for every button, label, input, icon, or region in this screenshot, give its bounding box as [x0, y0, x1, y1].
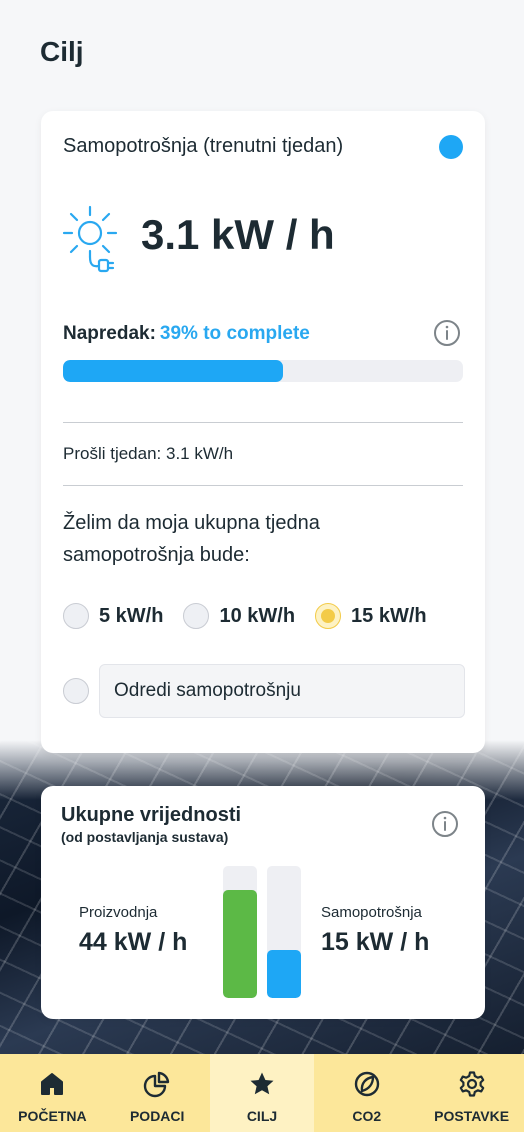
goal-card-title: Samopotrošnja (trenutni tjedan) — [63, 135, 344, 157]
goal-option-label: 5 kW/h — [99, 604, 164, 627]
consumption-value: 15 kW / h — [321, 928, 430, 956]
custom-goal-radio[interactable] — [63, 678, 89, 704]
progress-label-text: Napredak: — [63, 323, 156, 344]
leaf-globe-icon — [354, 1071, 379, 1097]
goal-option-10[interactable]: 10 kW/h — [183, 603, 295, 629]
nav-item-co2[interactable]: CO2 — [314, 1054, 419, 1132]
totals-title: Ukupne vrijednosti — [61, 804, 242, 826]
gear-icon — [459, 1071, 484, 1097]
page-title: Cilj — [40, 36, 84, 67]
goal-option-15[interactable]: 15 kW/h — [315, 603, 427, 629]
radio-button[interactable] — [183, 603, 210, 629]
consumption-bar — [267, 866, 301, 998]
star-icon — [250, 1072, 274, 1095]
last-week-value: Prošli tjedan: 3.1 kW/h — [63, 444, 234, 463]
consumption-label: Samopotrošnja — [321, 904, 422, 921]
nav-label: CO2 — [352, 1108, 382, 1124]
goal-question: Želim da moja ukupna tjedna samopotrošnj… — [63, 512, 320, 566]
production-label: Proizvodnja — [79, 904, 158, 921]
radio-button-selected[interactable] — [315, 603, 342, 629]
goal-options: 5 kW/h 10 kW/h 15 kW/h — [63, 601, 447, 631]
nav-label: PODACI — [129, 1108, 185, 1124]
nav-item-pocetna[interactable]: POČETNA — [0, 1054, 105, 1132]
pie-chart-icon — [143, 1071, 170, 1098]
goal-option-label: 10 kW/h — [219, 604, 296, 627]
goal-option-label: 15 kW/h — [351, 604, 427, 627]
custom-goal-row — [63, 664, 465, 718]
production-value: 44 kW / h — [79, 928, 188, 956]
progress-label: Napredak: 39% to complete — [63, 323, 310, 345]
totals-info-icon[interactable] — [431, 810, 459, 838]
progress-percentage: 39% to complete — [159, 323, 310, 344]
totals-subtitle: (od postavljanja sustava) — [61, 829, 229, 845]
nav-label: POČETNA — [18, 1108, 87, 1124]
production-bar-fill — [223, 889, 257, 998]
nav-item-podaci[interactable]: PODACI — [105, 1054, 210, 1132]
progress-bar-fill — [63, 360, 283, 382]
nav-item-postavke[interactable]: POSTAVKE — [419, 1054, 524, 1132]
radio-button[interactable] — [63, 603, 89, 629]
sun-plug-icon — [62, 205, 118, 273]
progress-info-icon[interactable] — [433, 319, 461, 347]
current-week-value: 3.1 kW / h — [141, 211, 335, 258]
custom-goal-input[interactable] — [99, 664, 465, 718]
divider — [63, 422, 463, 423]
bottom-navigation: POČETNA PODACI CILJ CO2 POSTAVKE — [0, 1054, 524, 1132]
nav-item-cilj[interactable]: CILJ — [209, 1054, 315, 1132]
consumption-bar-fill — [267, 950, 301, 998]
totals-card: Ukupne vrijednosti (od postavljanja sust… — [41, 786, 485, 1019]
nav-label: CILJ — [246, 1108, 278, 1124]
progress-bar — [63, 360, 463, 382]
self-consumption-goal-card: Samopotrošnja (trenutni tjedan) 3.1 kW /… — [41, 111, 485, 753]
home-icon — [41, 1073, 64, 1095]
status-indicator-dot — [439, 135, 463, 159]
divider — [63, 485, 463, 486]
production-bar — [223, 866, 257, 998]
goal-option-5[interactable]: 5 kW/h — [63, 603, 163, 629]
nav-label: POSTAVKE — [434, 1108, 510, 1124]
